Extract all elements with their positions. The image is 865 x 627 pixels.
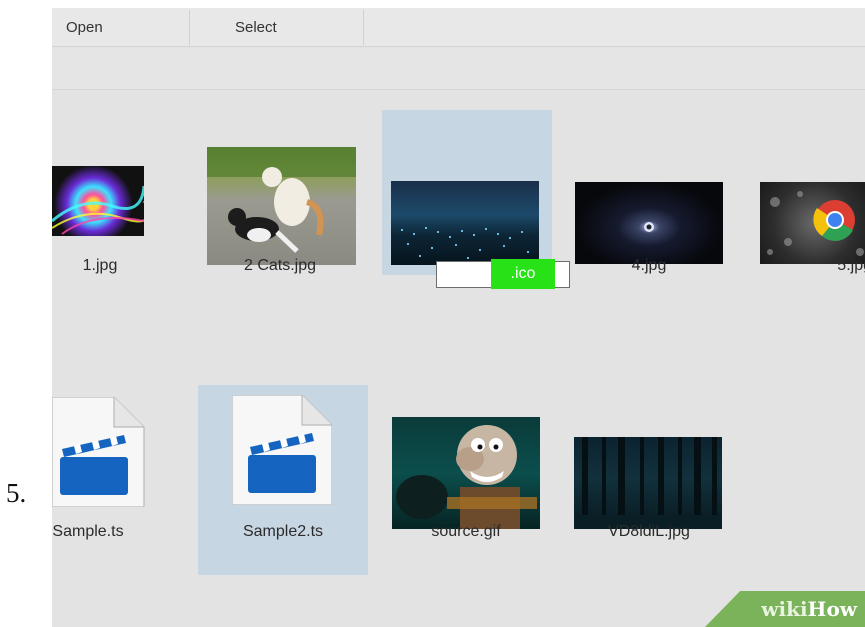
ribbon-separator	[189, 10, 190, 45]
dark-abstract-image	[575, 182, 723, 264]
address-strip	[52, 48, 865, 90]
step-number: 5.	[6, 478, 27, 508]
file-tile-sample2-ts[interactable]: Sample2.ts	[198, 385, 368, 575]
file-grid: 1.jpg 2 Cats.jpg 4.jpg 5.jp Sample.ts Sa…	[52, 91, 865, 627]
file-name-label: Sample2.ts	[242, 523, 324, 540]
file-name-label: 5.jpg	[837, 257, 865, 274]
file-tile-4-jpg[interactable]: 4.jpg	[560, 111, 723, 293]
file-tile-vd8ldil-jpg[interactable]: VD8ldiL.jpg	[564, 381, 734, 571]
file-tile-2-cats-jpg[interactable]: 2 Cats.jpg	[200, 111, 360, 293]
chrome-logo-image	[760, 182, 865, 264]
file-name-label: 4.jpg	[631, 257, 667, 274]
night-city-image	[391, 181, 539, 265]
video-file-icon	[52, 397, 152, 507]
file-explorer-window: Open Select 1.jpg 2 Cats.jpg 4.jpg 5.jp …	[52, 8, 865, 627]
file-name-label: 2 Cats.jpg	[243, 257, 317, 274]
file-tile-1-jpg[interactable]: 1.jpg	[52, 111, 182, 293]
two-cats-image	[207, 147, 356, 265]
animated-character-image	[392, 417, 540, 529]
file-tile-source-gif[interactable]: source.gif	[386, 381, 546, 571]
file-tile-sample-ts[interactable]: Sample.ts	[52, 381, 182, 571]
ribbon-select-group[interactable]: Select	[235, 8, 277, 47]
file-tile-ico-renaming[interactable]	[382, 110, 552, 275]
file-name-label: Sample.ts	[52, 523, 124, 540]
wikihow-watermark: wikiHow	[705, 591, 865, 627]
video-file-icon	[232, 395, 332, 505]
file-name-label: source.gif	[431, 523, 501, 540]
ribbon-open-group[interactable]: Open	[66, 8, 103, 47]
file-name-label: VD8ldiL.jpg	[608, 523, 690, 540]
ribbon-separator	[363, 10, 364, 45]
watermark-wiki-text: wiki	[761, 597, 808, 621]
dark-forest-image	[574, 437, 722, 529]
file-tile-5-jpg[interactable]: 5.jpg	[752, 111, 865, 293]
file-name-label: 1.jpg	[82, 257, 118, 274]
watermark-how-text: How	[807, 597, 857, 621]
rename-input-text[interactable]: .ico	[491, 259, 555, 289]
colorful-lights-image	[52, 166, 144, 236]
ribbon: Open Select	[52, 8, 865, 47]
